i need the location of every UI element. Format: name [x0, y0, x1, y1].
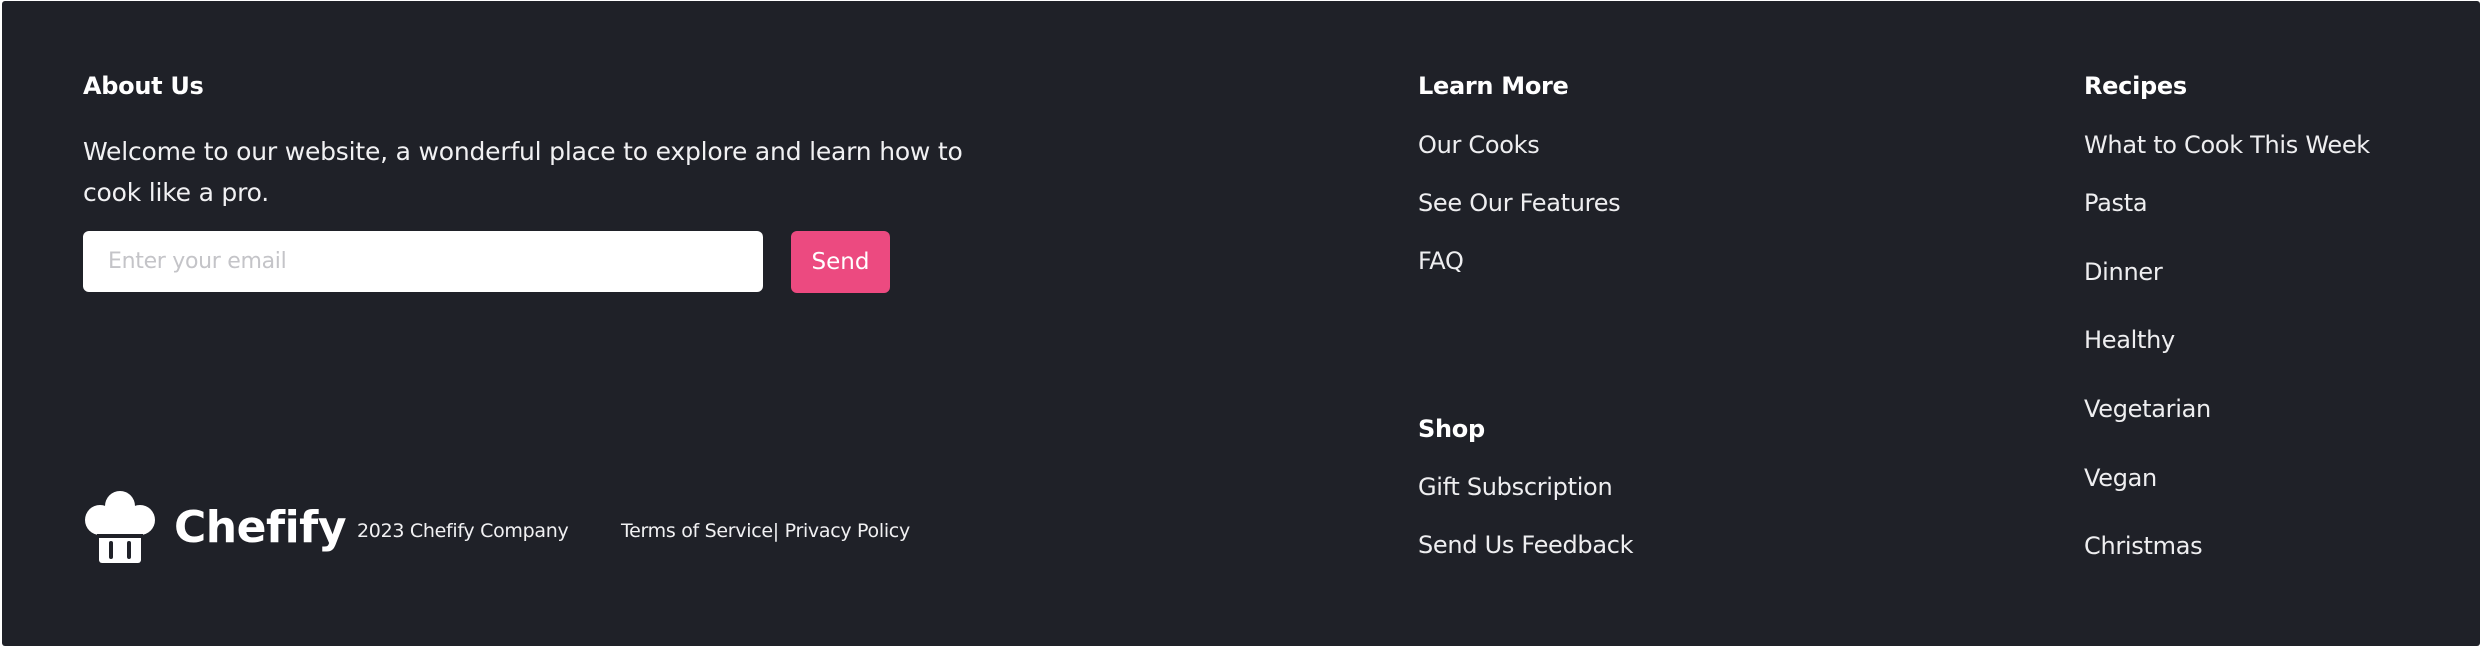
- link-our-cooks[interactable]: Our Cooks: [1418, 131, 1540, 159]
- learn-more-heading: Learn More: [1418, 72, 1569, 100]
- link-healthy[interactable]: Healthy: [2084, 326, 2175, 354]
- link-vegan[interactable]: Vegan: [2084, 464, 2157, 492]
- email-input[interactable]: [83, 231, 763, 292]
- link-pasta[interactable]: Pasta: [2084, 189, 2148, 217]
- send-button[interactable]: Send: [791, 231, 890, 293]
- legal-links: Terms of Service| Privacy Policy: [621, 520, 910, 542]
- chef-hat-icon: [85, 491, 155, 563]
- link-vegetarian[interactable]: Vegetarian: [2084, 395, 2211, 423]
- shop-heading: Shop: [1418, 415, 1485, 443]
- about-us-heading: About Us: [83, 72, 204, 100]
- link-faq[interactable]: FAQ: [1418, 247, 1464, 275]
- link-see-our-features[interactable]: See Our Features: [1418, 189, 1621, 217]
- brand-logo[interactable]: Chefify: [82, 489, 347, 565]
- site-footer: About Us Welcome to our website, a wonde…: [2, 1, 2480, 646]
- link-dinner[interactable]: Dinner: [2084, 258, 2163, 286]
- about-us-description: Welcome to our website, a wonderful plac…: [83, 137, 963, 207]
- link-gift-subscription[interactable]: Gift Subscription: [1418, 473, 1613, 501]
- link-send-us-feedback[interactable]: Send Us Feedback: [1418, 531, 1634, 559]
- terms-of-service-link[interactable]: Terms of Service|: [621, 520, 779, 542]
- copyright-text: 2023 Chefify Company: [357, 520, 569, 542]
- recipes-heading: Recipes: [2084, 72, 2187, 100]
- link-what-to-cook-this-week[interactable]: What to Cook This Week: [2084, 131, 2370, 159]
- privacy-policy-link[interactable]: Privacy Policy: [779, 520, 911, 542]
- brand-name: Chefify: [174, 501, 347, 553]
- link-christmas[interactable]: Christmas: [2084, 532, 2203, 560]
